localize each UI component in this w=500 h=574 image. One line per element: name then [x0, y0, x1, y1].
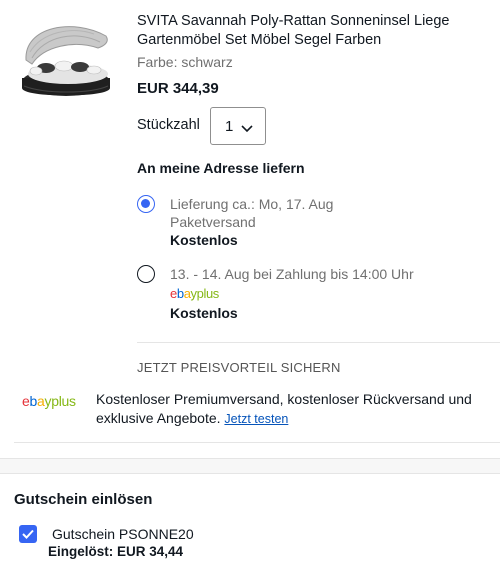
- rattan-sun-island-image: [22, 26, 110, 96]
- try-ebay-plus-link[interactable]: Jetzt testen: [224, 412, 288, 426]
- product-image[interactable]: [14, 16, 120, 106]
- coupon-heading: Gutschein einlösen: [14, 491, 153, 508]
- ebay-plus-logo: ebayplus: [22, 393, 76, 409]
- chevron-down-icon: [241, 121, 253, 133]
- checkmark-icon: [22, 529, 34, 539]
- product-variant: Farbe: schwarz: [137, 54, 233, 70]
- quantity-label: Stückzahl: [137, 117, 200, 133]
- quantity-select[interactable]: 1: [210, 107, 266, 145]
- shipping-heading: An meine Adresse liefern: [137, 160, 305, 176]
- shipping-option-ebayplus-radio[interactable]: [137, 265, 155, 283]
- shipping-option-cost: Kostenlos: [170, 305, 238, 321]
- coupon-checkbox[interactable]: [19, 525, 37, 543]
- divider: [14, 442, 500, 443]
- ebay-plus-logo: ebayplus: [170, 286, 219, 301]
- quantity-value: 1: [225, 117, 234, 135]
- shipping-option-ebayplus[interactable]: 13. - 14. Aug bei Zahlung bis 14:00 Uhr …: [170, 265, 414, 322]
- section-separator: [0, 458, 500, 474]
- coupon-redeemed-amount: Eingelöst: EUR 34,44: [48, 544, 184, 559]
- shipping-option-standard[interactable]: Lieferung ca.: Mo, 17. Aug Paketversand …: [170, 195, 333, 249]
- divider: [137, 342, 500, 343]
- coupon-name: Gutschein PSONNE20: [52, 526, 194, 542]
- shipping-option-cost: Kostenlos: [170, 232, 238, 248]
- promo-heading: JETZT PREISVORTEIL SICHERN: [137, 360, 341, 375]
- shipping-option-standard-radio[interactable]: [137, 195, 155, 213]
- shipping-option-method: Paketversand: [170, 214, 256, 230]
- promo-text: Kostenloser Premiumversand, kostenloser …: [96, 390, 496, 429]
- product-title[interactable]: SVITA Savannah Poly-Rattan Sonneninsel L…: [137, 12, 477, 50]
- shipping-option-delivery-date: Lieferung ca.: Mo, 17. Aug: [170, 196, 334, 212]
- shipping-option-delivery-date: 13. - 14. Aug bei Zahlung bis 14:00 Uhr: [170, 266, 414, 282]
- product-price: EUR 344,39: [137, 80, 219, 97]
